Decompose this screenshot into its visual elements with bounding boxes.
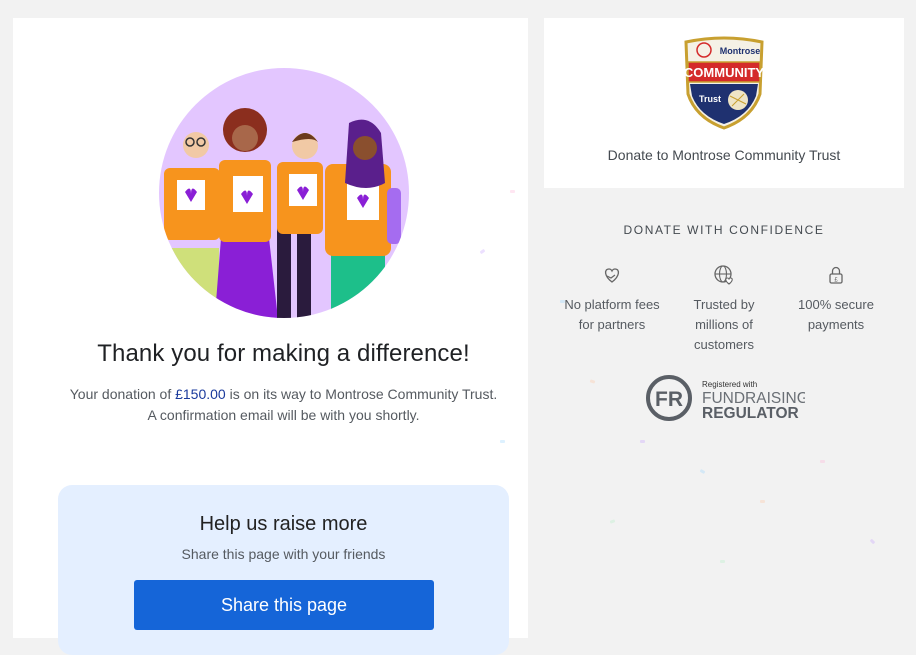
donation-suffix: is on its way to Montrose Community Trus… — [225, 386, 498, 402]
volunteers-illustration — [159, 68, 409, 318]
donation-message: Your donation of £150.00 is on its way t… — [69, 384, 498, 426]
feature-secure: £ 100% secure payments — [776, 264, 896, 335]
feature-line: millions of — [695, 317, 753, 332]
share-heading: Help us raise more — [199, 513, 368, 535]
feature-line: customers — [694, 337, 754, 352]
heart-hand-icon — [604, 268, 620, 283]
thank-you-card: Thank you for making a difference! Your … — [13, 18, 528, 655]
feature-line: for partners — [578, 317, 646, 332]
padlock-icon: £ — [829, 266, 843, 284]
share-page-button[interactable]: Share this page — [134, 580, 434, 630]
feature-line: payments — [807, 317, 865, 332]
thank-you-heading: Thank you for making a difference! — [97, 340, 470, 367]
feature-no-fees: No platform fees for partners — [552, 264, 672, 335]
montrose-community-trust-logo: Montrose COMMUNITY Trust — [684, 36, 764, 130]
logo-text-trust: Trust — [699, 94, 721, 104]
globe-heart-icon — [714, 265, 733, 285]
confidence-heading: DONATE WITH CONFIDENCE — [623, 223, 825, 237]
fr-monogram: FR — [655, 388, 683, 411]
donation-amount: £150.00 — [175, 386, 226, 402]
donate-to-label: Donate to Montrose Community Trust — [607, 147, 841, 163]
feature-trusted: Trusted by millions of customers — [664, 264, 784, 355]
fr-registered: Registered with — [702, 380, 757, 389]
share-panel: Help us raise more Share this page with … — [58, 485, 509, 655]
feature-line: 100% secure — [798, 297, 874, 312]
charity-card: Montrose COMMUNITY Trust Donate to Montr… — [544, 18, 904, 188]
logo-text-montrose: Montrose — [720, 46, 761, 56]
confirmation-text: A confirmation email will be with you sh… — [147, 407, 420, 423]
share-subtitle: Share this page with your friends — [181, 546, 386, 562]
feature-line: Trusted by — [693, 297, 755, 312]
donation-prefix: Your donation of — [69, 386, 176, 402]
feature-line: No platform fees — [564, 297, 660, 312]
fundraising-regulator-logo: FR Registered with FUNDRAISING REGULATOR — [646, 375, 805, 422]
fr-line2: REGULATOR — [702, 405, 799, 422]
logo-text-community: COMMUNITY — [684, 65, 764, 80]
